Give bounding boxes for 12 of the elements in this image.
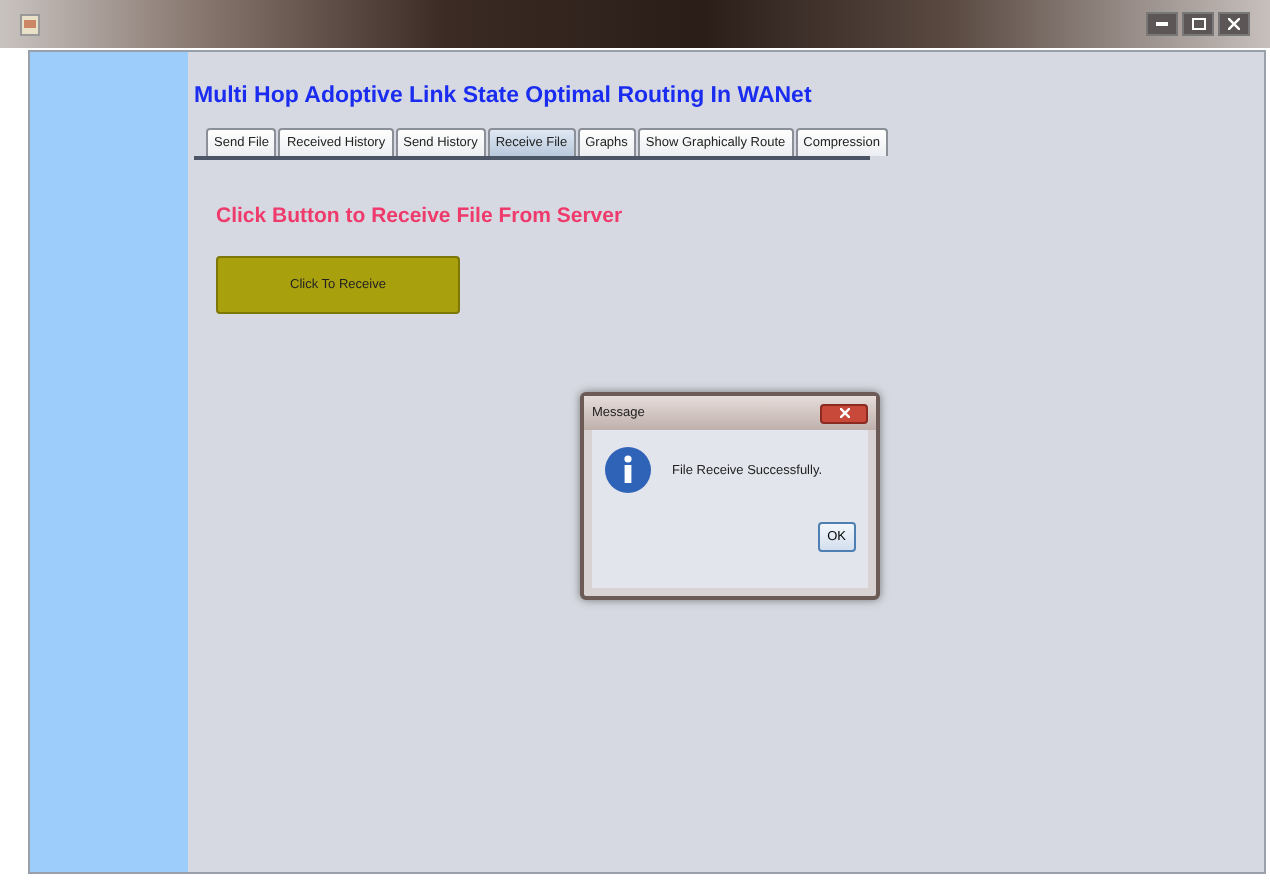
app-title: Multi Hop Adoptive Link State Optimal Routing In WANet: [194, 84, 814, 108]
minimize-button[interactable]: [1146, 12, 1178, 36]
instruction-heading: Click Button to Receive File From Server: [216, 204, 625, 228]
close-button[interactable]: [1218, 12, 1250, 36]
close-button[interactable]: [820, 403, 868, 423]
maximize-icon: [1191, 18, 1205, 30]
app-icon: [20, 13, 40, 35]
minimize-icon: [1156, 22, 1168, 26]
close-icon: [1228, 18, 1240, 30]
close-icon: [839, 408, 849, 418]
maximize-button[interactable]: [1182, 12, 1214, 36]
info-icon: [604, 446, 652, 494]
